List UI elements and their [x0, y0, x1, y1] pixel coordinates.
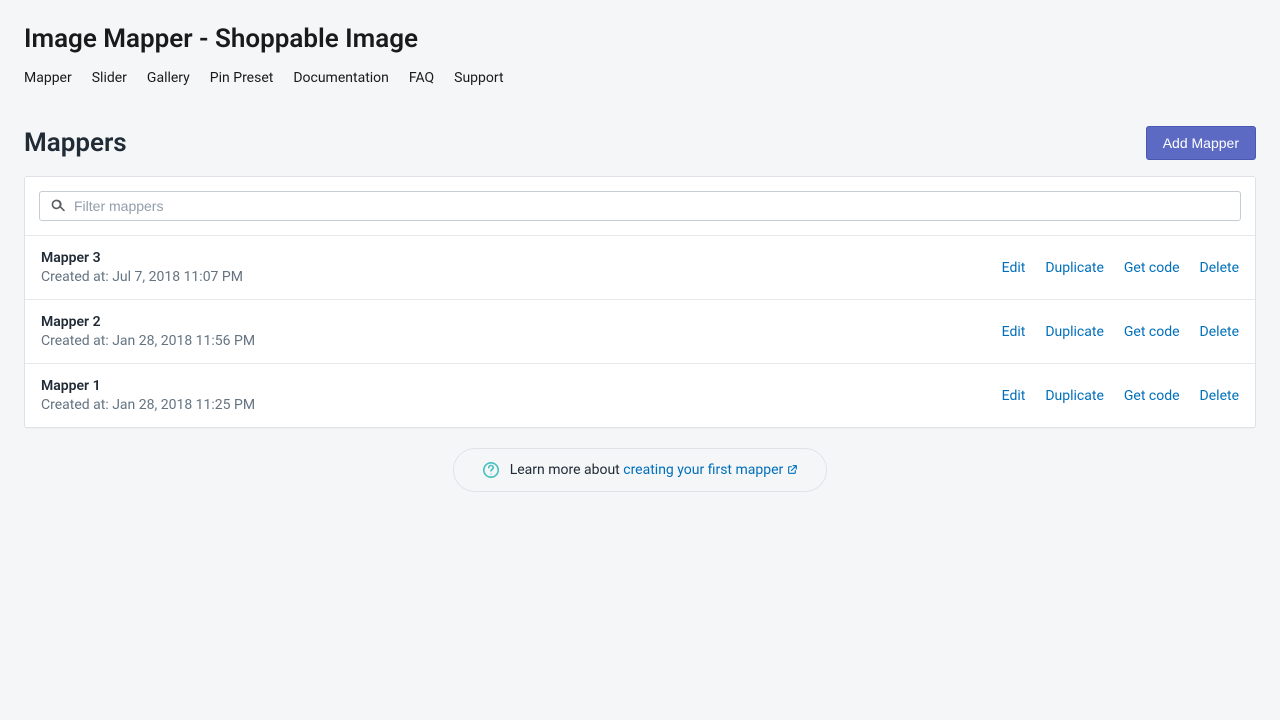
mapper-name: Mapper 1	[41, 378, 255, 394]
help-icon	[482, 461, 500, 479]
main-nav: Mapper Slider Gallery Pin Preset Documen…	[24, 70, 1256, 86]
mapper-name: Mapper 3	[41, 250, 243, 266]
help-callout: Learn more about creating your first map…	[453, 448, 828, 492]
duplicate-link[interactable]: Duplicate	[1045, 388, 1104, 404]
nav-faq[interactable]: FAQ	[409, 70, 434, 86]
edit-link[interactable]: Edit	[1002, 260, 1026, 276]
mapper-created: Created at: Jan 28, 2018 11:25 PM	[41, 397, 255, 413]
delete-link[interactable]: Delete	[1200, 388, 1239, 404]
get-code-link[interactable]: Get code	[1124, 324, 1180, 340]
get-code-link[interactable]: Get code	[1124, 260, 1180, 276]
help-text: Learn more about creating your first map…	[510, 462, 799, 479]
nav-pin-preset[interactable]: Pin Preset	[210, 70, 274, 86]
search-box[interactable]	[39, 191, 1241, 221]
mapper-name: Mapper 2	[41, 314, 255, 330]
delete-link[interactable]: Delete	[1200, 324, 1239, 340]
table-row: Mapper 2 Created at: Jan 28, 2018 11:56 …	[25, 299, 1255, 363]
app-title: Image Mapper - Shoppable Image	[24, 24, 1256, 54]
mappers-card: Mapper 3 Created at: Jul 7, 2018 11:07 P…	[24, 176, 1256, 428]
duplicate-link[interactable]: Duplicate	[1045, 324, 1104, 340]
nav-gallery[interactable]: Gallery	[147, 70, 190, 86]
get-code-link[interactable]: Get code	[1124, 388, 1180, 404]
page-title: Mappers	[24, 128, 127, 158]
table-row: Mapper 3 Created at: Jul 7, 2018 11:07 P…	[25, 235, 1255, 299]
table-row: Mapper 1 Created at: Jan 28, 2018 11:25 …	[25, 363, 1255, 427]
nav-mapper[interactable]: Mapper	[24, 70, 72, 86]
mapper-created: Created at: Jul 7, 2018 11:07 PM	[41, 269, 243, 285]
delete-link[interactable]: Delete	[1200, 260, 1239, 276]
nav-documentation[interactable]: Documentation	[293, 70, 389, 86]
edit-link[interactable]: Edit	[1002, 388, 1026, 404]
nav-slider[interactable]: Slider	[92, 70, 127, 86]
external-link-icon	[787, 463, 798, 479]
add-mapper-button[interactable]: Add Mapper	[1146, 126, 1256, 160]
edit-link[interactable]: Edit	[1002, 324, 1026, 340]
help-link[interactable]: creating your first mapper	[623, 462, 798, 478]
nav-support[interactable]: Support	[454, 70, 503, 86]
mapper-created: Created at: Jan 28, 2018 11:56 PM	[41, 333, 255, 349]
search-icon	[50, 198, 66, 214]
search-input[interactable]	[74, 198, 1230, 214]
duplicate-link[interactable]: Duplicate	[1045, 260, 1104, 276]
